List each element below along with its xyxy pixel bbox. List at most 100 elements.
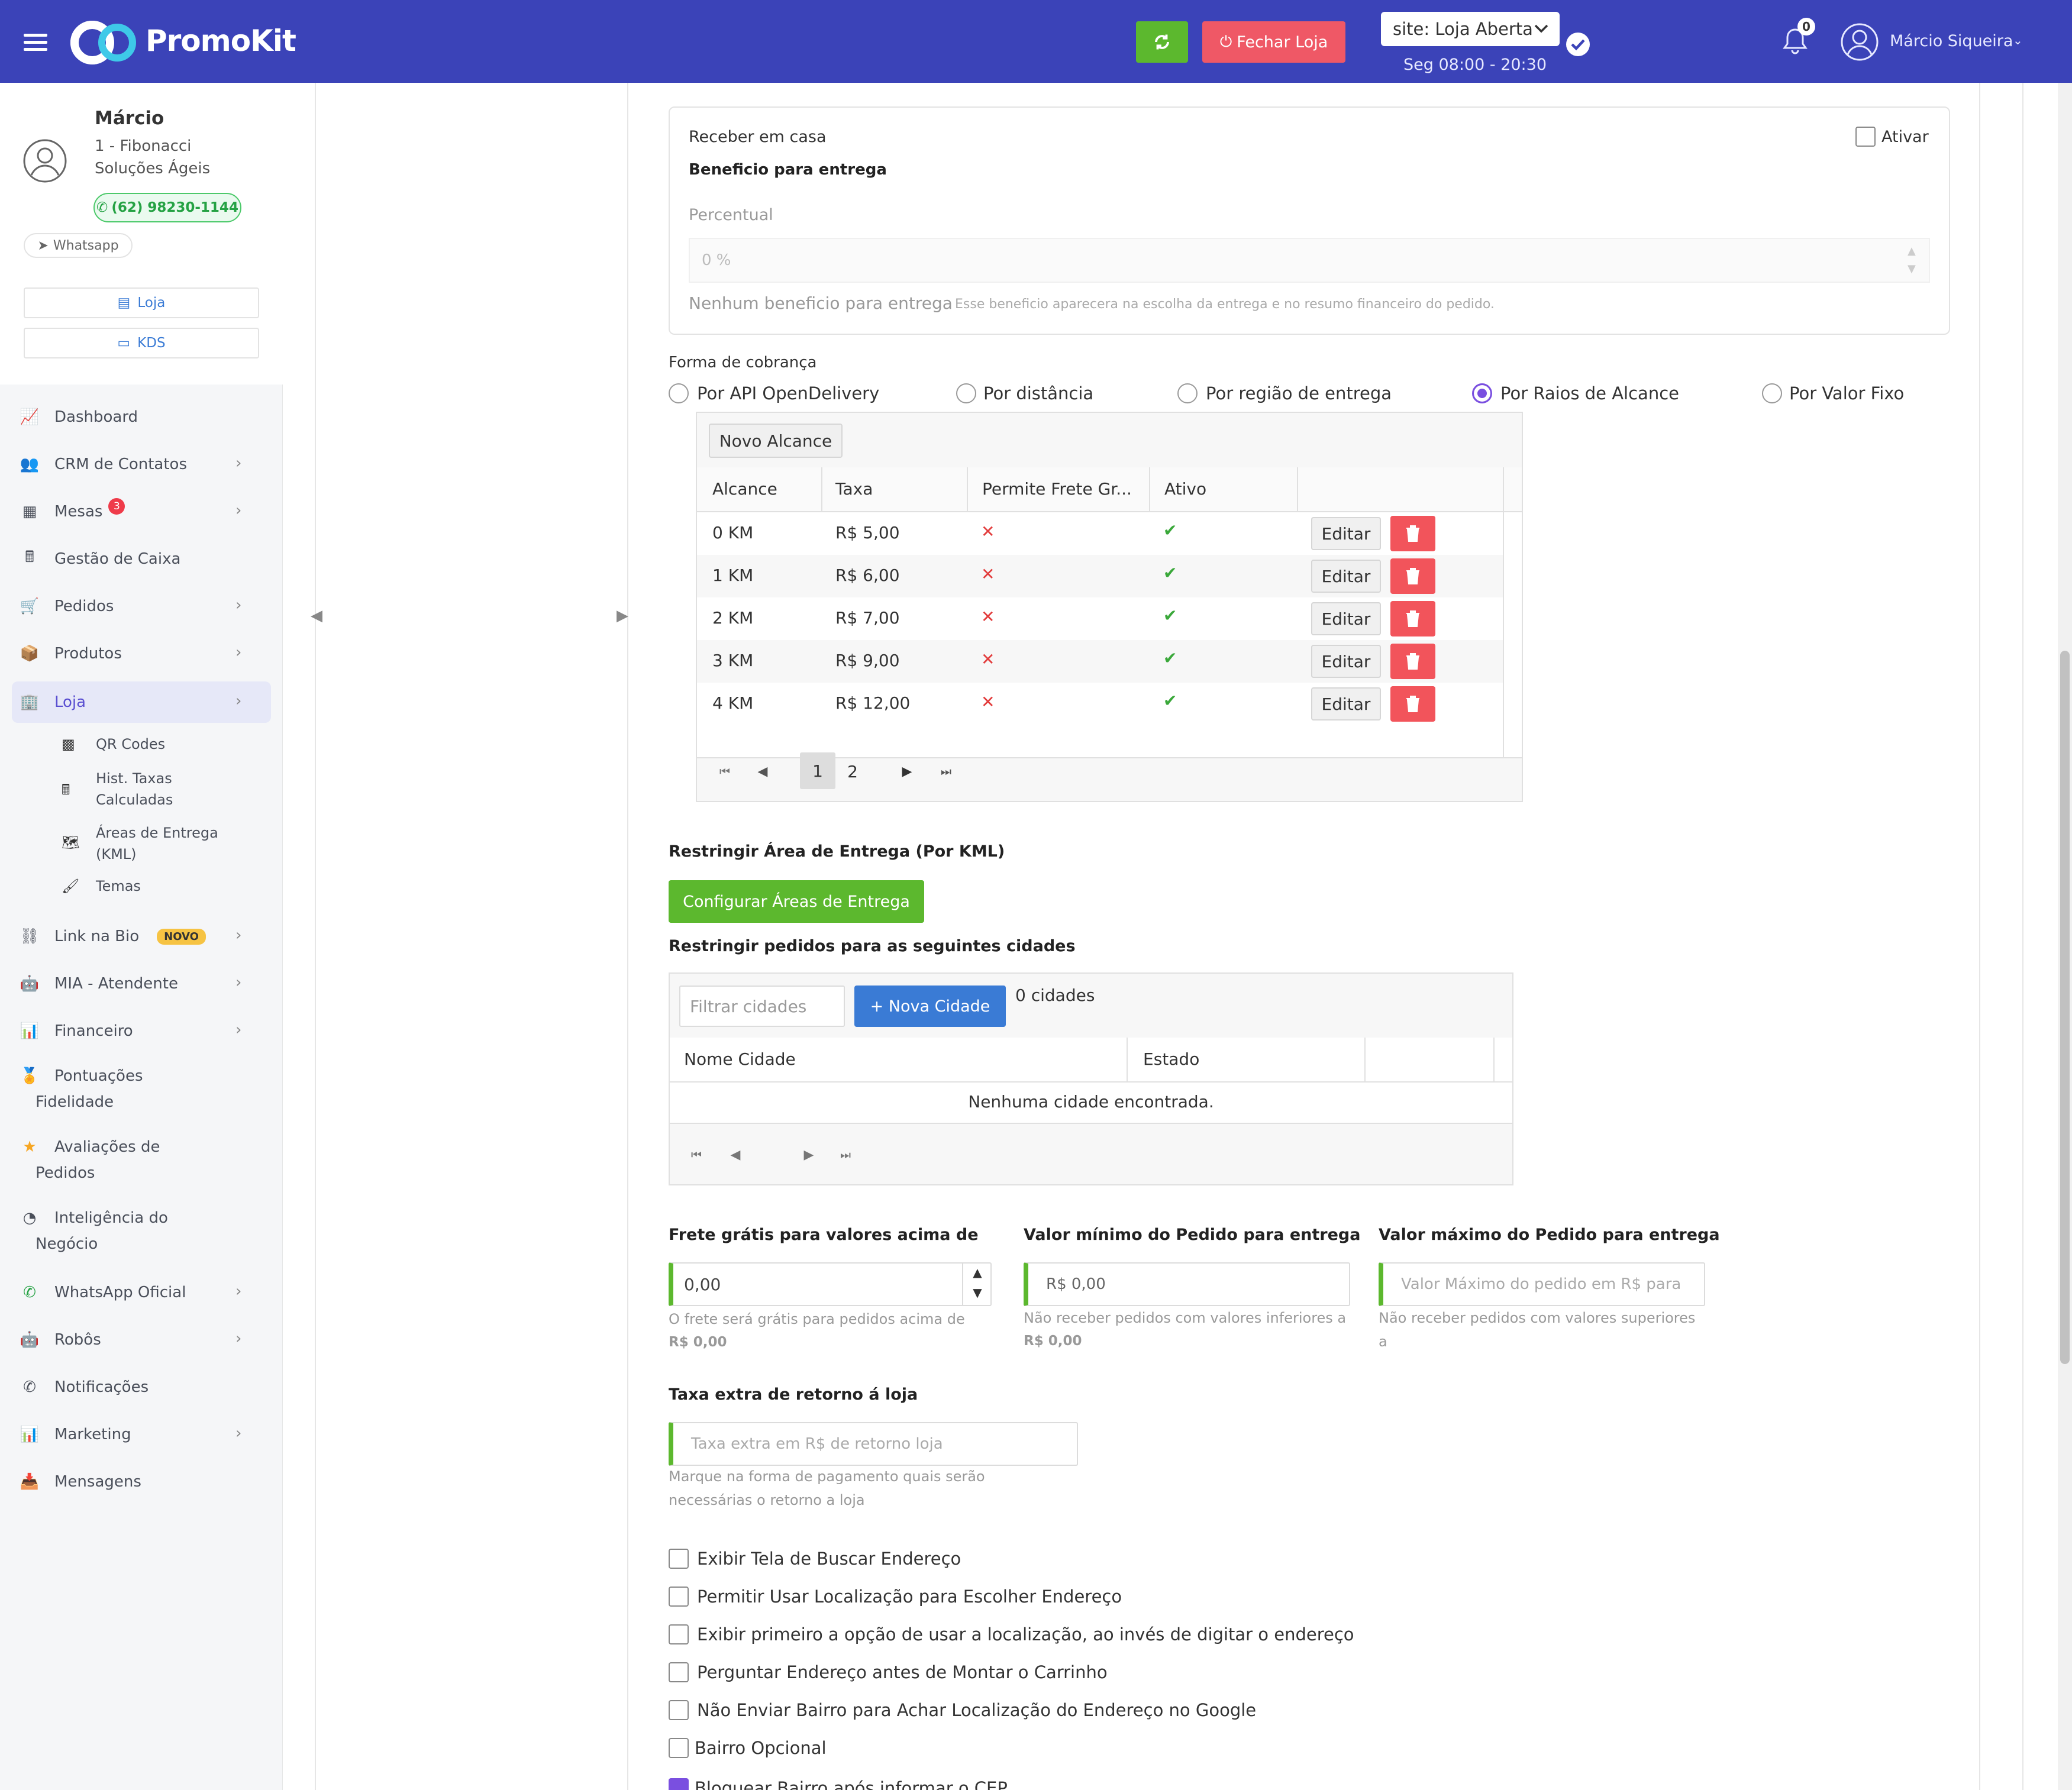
first-page-icon[interactable]: ⏮ [688,1144,705,1165]
option-checkbox[interactable] [669,1624,689,1644]
radio-raios-alcance[interactable] [1472,383,1492,403]
sidebar-item-caixa[interactable]: 🖩 Gestão de Caixa [18,541,180,577]
sidebar-item-crm[interactable]: 👥 CRM de Contatos [18,447,187,482]
last-page-icon[interactable]: ⏭ [837,1144,854,1165]
configure-areas-button[interactable]: Configurar Áreas de Entrega [669,880,924,923]
sidebar-label-cont[interactable]: Pedidos [35,1164,95,1182]
close-store-button[interactable]: ⏻ Fechar Loja [1202,21,1345,63]
city-filter-input[interactable]: Filtrar cidades [679,986,845,1027]
edit-button[interactable]: Editar [1311,602,1381,635]
chevron-right-icon: › [235,1021,242,1039]
trash-icon [1406,525,1419,542]
radio-distancia[interactable] [956,383,976,403]
building-icon: 🏢 [20,693,40,711]
radio-api-opendelivery[interactable] [669,383,689,403]
cell-fee: R$ 6,00 [835,566,900,585]
delete-button[interactable] [1390,686,1435,722]
menu-icon[interactable] [24,30,47,55]
col-header-ativo[interactable]: Ativo [1164,479,1206,499]
option-checkbox[interactable] [669,1587,689,1607]
sidebar-item-mensagens[interactable]: 📥 Mensagens [18,1464,141,1500]
sidebar-item-avaliacoes[interactable]: ★ Avaliações de [18,1132,160,1162]
sidebar-item-dashboard[interactable]: 📈 Dashboard [18,399,138,435]
next-page-icon[interactable]: ▶ [898,761,916,782]
sidebar-label: Notificações [54,1378,149,1396]
sidebar-sub-areas2[interactable]: (KML) [96,844,137,865]
col-header-alcance[interactable]: Alcance [712,479,777,499]
option-checkbox[interactable] [669,1549,689,1569]
option-checkbox[interactable] [669,1662,689,1682]
sidebar-sub-areas1[interactable]: Áreas de Entrega [96,822,218,844]
expand-right-icon[interactable]: ▶ [617,607,628,625]
whatsapp-link[interactable]: ➤ Whatsapp [24,233,133,258]
option-checkbox[interactable] [669,1738,689,1758]
sidebar-sub-qrcodes[interactable]: QR Codes [96,734,165,755]
edit-button[interactable]: Editar [1311,560,1381,593]
col-header-state[interactable]: Estado [1143,1049,1199,1069]
radio-valor-fixo[interactable] [1762,383,1782,403]
new-range-button[interactable]: Novo Alcance [709,424,843,458]
sidebar-sub-hist1[interactable]: Hist. Taxas [96,768,172,789]
edit-button[interactable]: Editar [1311,645,1381,678]
option-checkbox[interactable] [669,1700,689,1720]
option-checkbox-checked[interactable] [669,1778,689,1790]
spinner-icon[interactable]: ▲ ▼ [1908,243,1916,278]
sidebar-item-marketing[interactable]: 📊 Marketing [18,1417,131,1452]
refresh-button[interactable] [1136,21,1188,63]
sidebar-item-inteligencia[interactable]: ◔ Inteligência do [18,1203,168,1233]
delete-button[interactable] [1390,558,1435,594]
site-status-select[interactable]: site: Loja Aberta [1381,12,1560,46]
free-shipping-input[interactable]: 0,00 [669,1262,992,1306]
sidebar-item-loja[interactable]: 🏢 Loja [18,684,86,720]
max-order-input[interactable]: Valor Máximo do pedido em R$ para [1379,1262,1705,1306]
collapse-left-icon[interactable]: ◀ [311,607,322,625]
col-header-taxa[interactable]: Taxa [835,479,873,499]
sidebar-label-cont[interactable]: Negócio [35,1235,98,1253]
page-2[interactable]: 2 [843,761,863,782]
sidebar-item-notificacoes[interactable]: ✆ Notificações [18,1369,149,1405]
delete-button[interactable] [1390,601,1435,636]
sidebar-item-mia[interactable]: 🤖 MIA - Atendente [18,966,178,1001]
sidebar-item-pontuacoes[interactable]: 🏅 Pontuações [18,1061,143,1091]
last-page-icon[interactable]: ⏭ [937,761,955,782]
sidebar-item-robos[interactable]: 🤖 Robôs [18,1322,101,1358]
stepper-icon[interactable]: ▲ ▼ [962,1262,992,1306]
sidebar-sub-temas[interactable]: Temas [96,875,141,897]
edit-button[interactable]: Editar [1311,517,1381,550]
radio-regiao[interactable] [1177,383,1198,403]
prev-page-icon[interactable]: ◀ [754,761,772,782]
store-button[interactable]: ▤ Loja [24,287,259,318]
user-chevron-icon[interactable]: ⌄ [2013,33,2023,47]
sidebar-item-mesas[interactable]: ▦ Mesas 3 [18,494,125,529]
activate-checkbox[interactable] [1855,127,1876,147]
sidebar-item-linkbio[interactable]: ⛓ Link na Bio NOVO [18,919,206,954]
edit-button[interactable]: Editar [1311,687,1381,720]
sidebar-item-produtos[interactable]: 📦 Produtos [18,636,122,671]
delete-button[interactable] [1390,516,1435,551]
scrollbar-thumb[interactable] [2060,651,2070,1364]
new-city-button[interactable]: + Nova Cidade [854,986,1006,1027]
option-label: Exibir Tela de Buscar Endereço [697,1549,961,1569]
sidebar-item-whatsapp[interactable]: ✆ WhatsApp Oficial [18,1275,186,1310]
sidebar-label-cont[interactable]: Fidelidade [35,1093,114,1111]
sidebar-sub-hist2[interactable]: Calculadas [96,789,173,810]
cell-range: 4 KM [712,693,754,713]
col-header-frete[interactable]: Permite Frete Gr... [982,479,1132,499]
page-1[interactable]: 1 [800,752,835,789]
percent-input[interactable]: 0 % [689,238,1930,283]
min-order-input[interactable]: R$ 0,00 [1024,1262,1350,1306]
user-name[interactable]: Márcio Siqueira [1890,32,2013,50]
mesas-badge: 3 [108,498,125,515]
delete-button[interactable] [1390,644,1435,679]
prev-page-icon[interactable]: ◀ [727,1144,744,1165]
sidebar-item-pedidos[interactable]: 🛒 Pedidos [18,589,114,624]
user-avatar-icon[interactable] [1840,22,1879,62]
col-header-city[interactable]: Nome Cidade [684,1049,796,1069]
return-fee-input[interactable]: Taxa extra em R$ de retorno loja [669,1422,1078,1466]
option-label: Exibir primeiro a opção de usar a locali… [697,1624,1354,1644]
next-page-icon[interactable]: ▶ [800,1144,818,1165]
first-page-icon[interactable]: ⏮ [716,761,734,782]
kds-button[interactable]: ▭ KDS [24,328,259,358]
sidebar-item-financeiro[interactable]: 📊 Financeiro [18,1013,133,1049]
phone-badge[interactable]: ✆ (62) 98230-1144 [93,193,241,222]
